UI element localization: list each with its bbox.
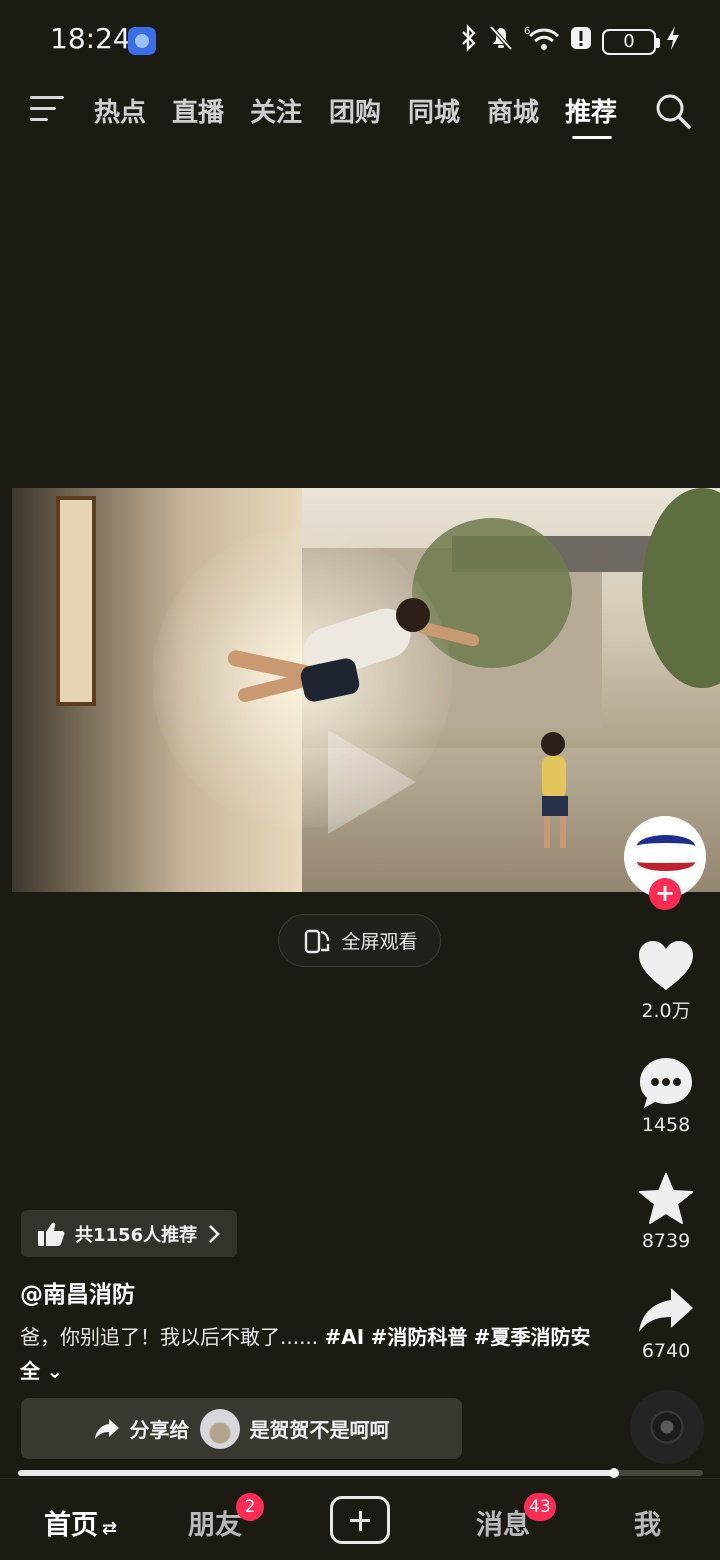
charging-icon — [666, 25, 680, 58]
battery-icon: 0 — [602, 28, 660, 55]
friend-avatar — [199, 1408, 240, 1449]
like-count: 2.0万 — [641, 1000, 691, 1022]
tab-mall[interactable]: 商城 — [487, 92, 539, 129]
recommend-chip[interactable]: 共1156人推荐 — [21, 1210, 238, 1257]
menu-icon[interactable] — [30, 96, 66, 126]
hashtag[interactable]: #消防科普 — [371, 1325, 468, 1349]
status-time: 18:24 — [50, 22, 131, 55]
rotate-screen-icon — [305, 929, 330, 953]
active-tab-indicator — [572, 136, 612, 139]
app-notification-icon — [128, 27, 156, 55]
progress-knob[interactable] — [608, 1468, 619, 1478]
top-nav: 热点 直播 关注 团购 同城 商城 推荐 — [0, 80, 720, 144]
tab-hot[interactable]: 热点 — [94, 92, 146, 129]
tab-following[interactable]: 关注 — [250, 92, 302, 129]
search-icon[interactable] — [654, 92, 692, 130]
tab-local[interactable]: 同城 — [408, 92, 460, 129]
messages-badge: 43 — [524, 1493, 556, 1521]
author-name[interactable]: @南昌消防 — [20, 1275, 135, 1309]
video-progress-bar[interactable] — [18, 1468, 703, 1478]
recommend-count: 共1156人推荐 — [75, 1224, 198, 1246]
like-button[interactable]: 2.0万 — [630, 940, 702, 1023]
expand-caption-icon[interactable]: ⌄ — [46, 1359, 63, 1383]
bottom-nav: 首页 ⇄ 朋友 2 消息 43 我 — [0, 1478, 720, 1560]
share-to-friend-bar[interactable]: 分享给 是贺贺不是呵呵 — [21, 1398, 462, 1459]
chevron-right-icon — [209, 1224, 220, 1243]
comment-button[interactable]: 1458 — [630, 1056, 702, 1136]
nav-friends[interactable]: 朋友 — [188, 1503, 242, 1542]
video-caption[interactable]: 爸，你别追了！我以后不敢了...... #AI #消防科普 #夏季消防安全 ⌄ — [20, 1320, 600, 1388]
heart-icon — [639, 941, 693, 990]
thumbs-up-icon — [38, 1222, 65, 1246]
alert-icon — [570, 24, 592, 59]
nav-home[interactable]: 首页 ⇄ — [44, 1503, 117, 1542]
hashtag[interactable]: #AI — [325, 1325, 365, 1349]
status-icons: 6 0 — [460, 24, 680, 59]
caption-text: 爸，你别追了！我以后不敢了...... — [20, 1325, 319, 1349]
friends-badge: 2 — [236, 1493, 264, 1521]
bluetooth-icon — [460, 24, 478, 59]
share-count: 6740 — [641, 1340, 691, 1362]
star-icon — [639, 1173, 693, 1224]
share-label: 分享给 — [129, 1418, 190, 1442]
follow-button[interactable]: + — [649, 878, 681, 910]
mute-bell-icon — [488, 24, 514, 59]
nav-messages[interactable]: 消息 — [476, 1503, 530, 1542]
comment-count: 1458 — [641, 1114, 691, 1136]
video-player[interactable] — [12, 488, 720, 892]
share-arrow-icon — [94, 1418, 119, 1439]
fullscreen-button[interactable]: 全屏观看 — [278, 914, 441, 967]
fullscreen-label: 全屏观看 — [341, 931, 418, 953]
swap-icon: ⇄ — [102, 1518, 118, 1539]
tab-group-buy[interactable]: 团购 — [329, 92, 381, 129]
share-button[interactable]: 6740 — [630, 1286, 702, 1362]
wifi-6-icon: 6 — [524, 24, 560, 59]
favorite-count: 8739 — [641, 1230, 691, 1252]
progress-fill — [18, 1470, 614, 1476]
tab-live[interactable]: 直播 — [172, 92, 224, 129]
share-arrow-icon — [639, 1288, 693, 1332]
music-disc-icon[interactable] — [630, 1390, 704, 1464]
tab-recommended[interactable]: 推荐 — [565, 92, 617, 129]
nav-home-label: 首页 — [44, 1510, 98, 1541]
play-icon[interactable] — [328, 730, 416, 834]
svg-text:6: 6 — [524, 26, 530, 37]
nav-me[interactable]: 我 — [634, 1503, 661, 1542]
create-post-button[interactable] — [330, 1496, 390, 1544]
share-target-name: 是贺贺不是呵呵 — [249, 1418, 390, 1442]
comment-icon — [640, 1058, 692, 1108]
favorite-button[interactable]: 8739 — [630, 1172, 702, 1252]
status-bar: 18:24 6 0 — [0, 0, 720, 80]
